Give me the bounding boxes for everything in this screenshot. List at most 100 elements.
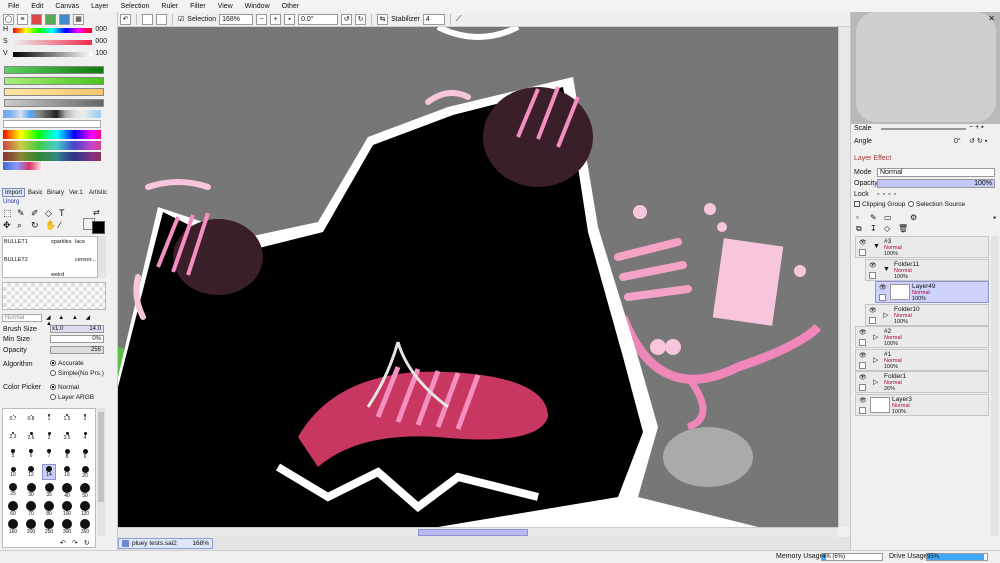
zoom-field[interactable]: 168% xyxy=(219,13,254,25)
brush-size-option[interactable]: 100 xyxy=(61,501,73,517)
navigator-close-icon[interactable]: ✕ xyxy=(988,14,995,23)
clipping-group-checkbox[interactable]: Clipping Group xyxy=(854,201,905,208)
brush-size-option[interactable]: 5 xyxy=(7,447,19,461)
angle-buttons[interactable]: ↺↻▪ xyxy=(969,137,989,145)
layer-select-checkbox[interactable] xyxy=(859,249,866,256)
rgb-slider-icon[interactable]: ≡ xyxy=(17,14,28,25)
bucket-icon[interactable]: ◇ xyxy=(45,208,52,219)
brush-size-option[interactable]: 2.3 xyxy=(7,429,19,443)
brush-bullet1[interactable]: BULLET1 xyxy=(4,239,28,245)
swatches-icon[interactable] xyxy=(59,14,70,25)
layer-visibility-icon[interactable]: 👁 xyxy=(859,329,867,336)
brush-size-option[interactable]: 250 xyxy=(43,519,55,535)
layer-row[interactable]: 👁 ▷ #1 Normal 100% xyxy=(855,348,989,371)
menu-filter[interactable]: Filter xyxy=(184,3,212,10)
color-picker-argb-radio[interactable]: Layer ARGB xyxy=(50,394,94,401)
layer-effect-icon[interactable]: ⚙ xyxy=(910,213,917,222)
brush-size-option[interactable]: 70 xyxy=(25,501,37,517)
folder-toggle-icon[interactable]: ▼ xyxy=(873,243,880,250)
layer-row[interactable]: 👁 Layer49 Normal 100% xyxy=(875,281,989,303)
zoom-icon[interactable]: ⌕ xyxy=(17,220,22,231)
deselect-button[interactable] xyxy=(142,13,153,25)
layer-visibility-icon[interactable]: 👁 xyxy=(859,397,867,404)
new-vector-layer-icon[interactable]: ✎ xyxy=(870,213,877,222)
move-icon[interactable]: ✥ xyxy=(3,220,11,231)
menu-other[interactable]: Other xyxy=(276,3,306,10)
brush-weird[interactable]: weird xyxy=(51,272,64,278)
brush-size-option[interactable]: 2.6 xyxy=(25,429,37,443)
stabilizer-select[interactable]: 4 xyxy=(422,13,445,25)
folder-toggle-icon[interactable]: ▷ xyxy=(873,378,878,386)
color-mixer-bar-2[interactable] xyxy=(4,77,104,85)
layer-opacity-slider[interactable]: 100% xyxy=(877,179,995,188)
scale-slider[interactable] xyxy=(881,128,966,130)
menu-file[interactable]: File xyxy=(0,3,25,10)
layer-row[interactable]: 👁 Layer3 Normal 100% xyxy=(855,393,989,416)
brush-size-option[interactable]: 25 xyxy=(7,483,19,497)
layer-visibility-icon[interactable]: 👁 xyxy=(859,374,867,381)
rotate-right-button[interactable]: ↻ xyxy=(355,13,367,25)
algorithm-simple-radio[interactable]: Simple(No Prs.) xyxy=(50,370,104,377)
hsv-slider-icon[interactable] xyxy=(31,14,42,25)
layer-list-scrollbar[interactable] xyxy=(991,236,999,536)
folder-toggle-icon[interactable]: ▷ xyxy=(883,311,888,319)
algorithm-accurate-radio[interactable]: Accurate xyxy=(50,360,84,367)
select-rect-icon[interactable]: ⬚ xyxy=(3,208,12,219)
brush-bullet2[interactable]: BULLET2 xyxy=(4,257,28,263)
new-layer-icon[interactable]: ▫ xyxy=(856,213,859,222)
value-slider[interactable]: V 100 xyxy=(3,50,113,59)
brush-size-option[interactable]: 7 xyxy=(43,447,55,461)
tab-import[interactable]: Import xyxy=(2,188,26,197)
zoom-reset-button[interactable]: ▪ xyxy=(284,13,296,25)
swatch-row-3[interactable] xyxy=(3,130,101,139)
layer-row[interactable]: 👁 ▷ #2 Normal 100% xyxy=(855,326,989,348)
swatch-row-2[interactable] xyxy=(3,120,101,128)
layer-visibility-icon[interactable]: 👁 xyxy=(859,239,867,246)
brush-size-option[interactable]: 12 xyxy=(25,465,37,479)
menu-edit[interactable]: Edit xyxy=(25,3,49,10)
layer-row[interactable]: 👁 ▼ #3 Normal 100% xyxy=(855,236,989,258)
pen-pressure-icon[interactable]: ⟋ xyxy=(456,14,462,24)
brush-size-option[interactable]: 6 xyxy=(25,447,37,461)
layer-visibility-icon[interactable]: 👁 xyxy=(879,284,887,291)
navigator-preview[interactable]: ✕ xyxy=(851,12,1000,124)
swatch-row-6[interactable] xyxy=(3,162,43,170)
brush-size-option[interactable]: 35 xyxy=(43,483,55,498)
brush-size-option[interactable]: 50 xyxy=(79,483,91,499)
tab-basic[interactable]: Basic xyxy=(25,188,46,197)
layer-visibility-icon[interactable]: 👁 xyxy=(869,307,877,314)
new-folder-icon[interactable]: ▭ xyxy=(884,213,892,222)
menu-view[interactable]: View xyxy=(212,3,239,10)
brush-size-grid-scrollbar[interactable] xyxy=(97,408,105,536)
swatch-row-1[interactable] xyxy=(3,110,101,118)
brush-size-option[interactable]: 2 xyxy=(79,411,91,425)
primary-color-swatch[interactable] xyxy=(92,221,105,234)
brush-size-option[interactable]: 1.5 xyxy=(61,411,73,425)
brush-size-option[interactable]: 3 xyxy=(43,429,55,443)
brush-size-option[interactable]: 10 xyxy=(7,465,19,479)
brush-size-option[interactable]: 60 xyxy=(7,501,19,517)
layer-select-checkbox[interactable] xyxy=(859,384,866,391)
brush-size-option[interactable]: 16 xyxy=(61,465,73,479)
layer-select-checkbox[interactable] xyxy=(859,339,866,346)
brush-size-option[interactable]: 9 xyxy=(79,447,91,461)
color-wheel-icon[interactable]: ◯ xyxy=(3,14,14,25)
tab-artistic[interactable]: Artistic xyxy=(86,188,110,197)
layer-row[interactable]: 👁 ▷ Folder10 Normal 100% xyxy=(865,303,989,326)
min-size-slider[interactable]: 0% xyxy=(50,335,104,343)
opacity-slider[interactable]: 255 xyxy=(50,346,104,354)
color-mixer-bar-1[interactable] xyxy=(4,66,104,74)
lock-buttons[interactable]: ▫▫▫▫ xyxy=(877,191,899,198)
layer-effect-title[interactable]: Layer Effect xyxy=(854,155,891,162)
history-buttons[interactable]: ↶↷↻ xyxy=(60,539,108,549)
brush-icon[interactable]: ✐ xyxy=(31,208,39,219)
brush-size-option[interactable]: 350 xyxy=(79,519,91,535)
menu-window[interactable]: Window xyxy=(239,3,276,10)
zoom-out-button[interactable]: − xyxy=(256,13,268,25)
brush-size-option[interactable]: 40 xyxy=(61,483,73,499)
brush-size-multiplier[interactable]: x1.0 xyxy=(52,326,63,332)
brush-size-option[interactable]: 0.7 xyxy=(7,411,19,425)
eyedropper-icon[interactable]: ⁄ xyxy=(59,220,61,230)
swap-colors-icon[interactable]: ⇄ xyxy=(93,208,100,217)
selection-source-radio[interactable]: Selection Source xyxy=(908,201,965,208)
